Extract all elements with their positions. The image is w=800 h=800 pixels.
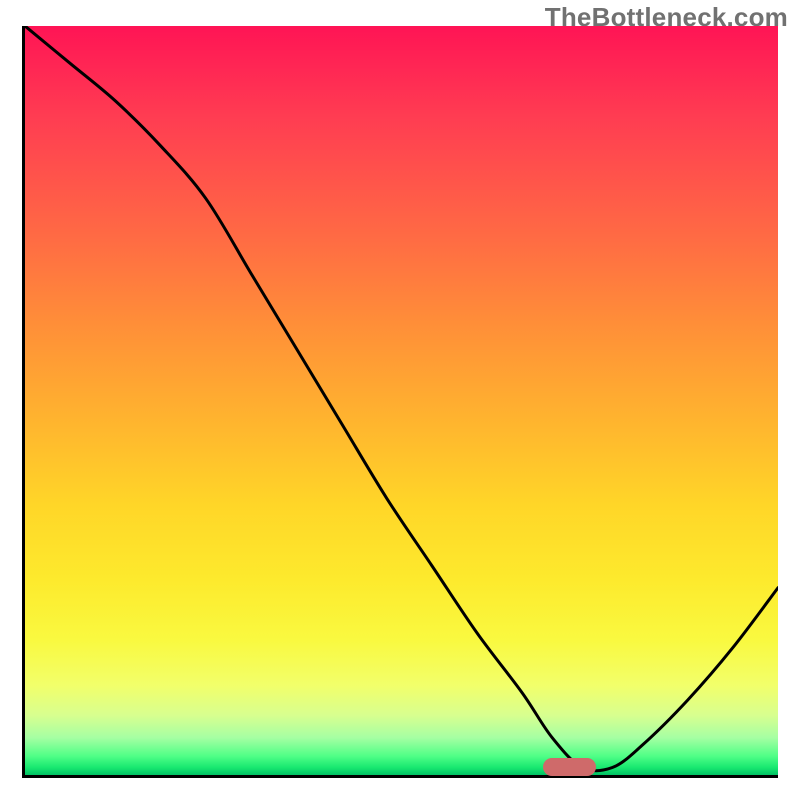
bottleneck-curve xyxy=(25,26,778,775)
plot-area xyxy=(22,26,778,778)
chart-canvas: TheBottleneck.com xyxy=(0,0,800,800)
optimal-marker xyxy=(543,758,596,776)
